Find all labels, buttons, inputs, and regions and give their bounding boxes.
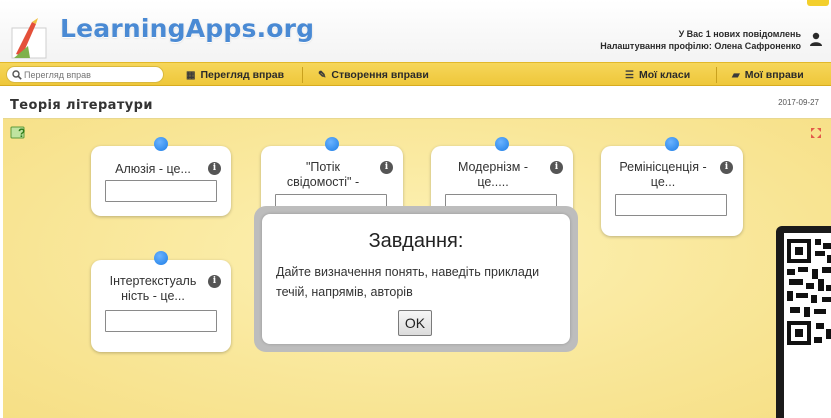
pin-icon[interactable]: [325, 137, 339, 151]
qr-code-icon: [787, 239, 831, 345]
card-label: Модернізм - це.....: [457, 160, 529, 189]
info-icon[interactable]: i: [208, 275, 221, 288]
dialog-text: Дайте визначення понять, наведіть прикла…: [276, 265, 540, 299]
nav-exercises-label: Мої вправи: [744, 69, 804, 81]
qr-code: [784, 233, 831, 418]
svg-text:?: ?: [18, 126, 25, 140]
logo-text[interactable]: LearningApps.org: [60, 14, 314, 43]
fullscreen-icon[interactable]: [811, 128, 821, 138]
pin-icon[interactable]: [665, 137, 679, 151]
nav-exercises[interactable]: ▰ Мої вправи: [732, 67, 804, 83]
nav-divider: [716, 67, 717, 83]
info-icon[interactable]: i: [208, 162, 221, 175]
search-box[interactable]: [6, 66, 164, 83]
nav-classes[interactable]: ☰ Мої класи: [625, 67, 690, 83]
answer-input[interactable]: [105, 180, 217, 202]
answer-input[interactable]: [615, 194, 727, 216]
help-icon[interactable]: ?: [10, 124, 28, 140]
task-dialog: Завдання: Дайте визначення понять, навед…: [262, 214, 570, 344]
page-title: Теорія літератури: [10, 98, 153, 113]
info-icon[interactable]: i: [550, 161, 563, 174]
corner-tab[interactable]: [807, 0, 829, 6]
pin-icon[interactable]: [154, 137, 168, 151]
info-icon[interactable]: i: [720, 161, 733, 174]
pencil-icon: ✎: [318, 69, 327, 81]
nav-create-label: Створення вправи: [331, 69, 429, 81]
header: LearningApps.org У Вас 1 нових повідомле…: [0, 0, 831, 62]
pin-icon[interactable]: [495, 137, 509, 151]
user-icon[interactable]: [809, 32, 823, 46]
nav-divider: [302, 67, 303, 83]
nav-browse-label: Перегляд вправ: [200, 69, 285, 81]
search-icon: [12, 70, 22, 80]
nav-bar: ▦ Перегляд вправ ✎ Створення вправи ☰ Мо…: [0, 62, 831, 86]
concept-card[interactable]: Алюзія - це... i: [91, 137, 231, 216]
pin-icon[interactable]: [154, 251, 168, 265]
concept-card[interactable]: Інтертекстуаль ність - це... i: [91, 251, 231, 352]
page-date: 2017-09-27: [778, 98, 819, 107]
folder-icon: ▰: [732, 69, 740, 81]
search-input[interactable]: [24, 68, 160, 81]
nav-browse[interactable]: ▦ Перегляд вправ: [186, 67, 284, 83]
nav-create[interactable]: ✎ Створення вправи: [318, 67, 429, 83]
nav-classes-label: Мої класи: [638, 69, 691, 81]
list-icon: ☰: [625, 69, 634, 81]
info-icon[interactable]: i: [380, 161, 393, 174]
dialog-title: Завдання:: [368, 230, 464, 252]
ok-button[interactable]: OK: [398, 310, 432, 336]
user-info: У Вас 1 нових повідомлень Налаштування п…: [600, 28, 801, 52]
messages-link[interactable]: У Вас 1 нових повідомлень: [600, 28, 801, 40]
logo-icon[interactable]: [6, 8, 52, 62]
card-label: Інтертекстуаль ність - це...: [109, 274, 197, 303]
answer-input[interactable]: [105, 310, 217, 332]
concept-card[interactable]: Ремінісценція - це... i: [601, 137, 743, 236]
profile-link[interactable]: Налаштування профілю: Олена Сафроненко: [600, 40, 801, 52]
card-label: Ремінісценція - це...: [619, 160, 707, 189]
card-label: Алюзія - це...: [115, 162, 191, 176]
grid-icon: ▦: [186, 69, 196, 81]
